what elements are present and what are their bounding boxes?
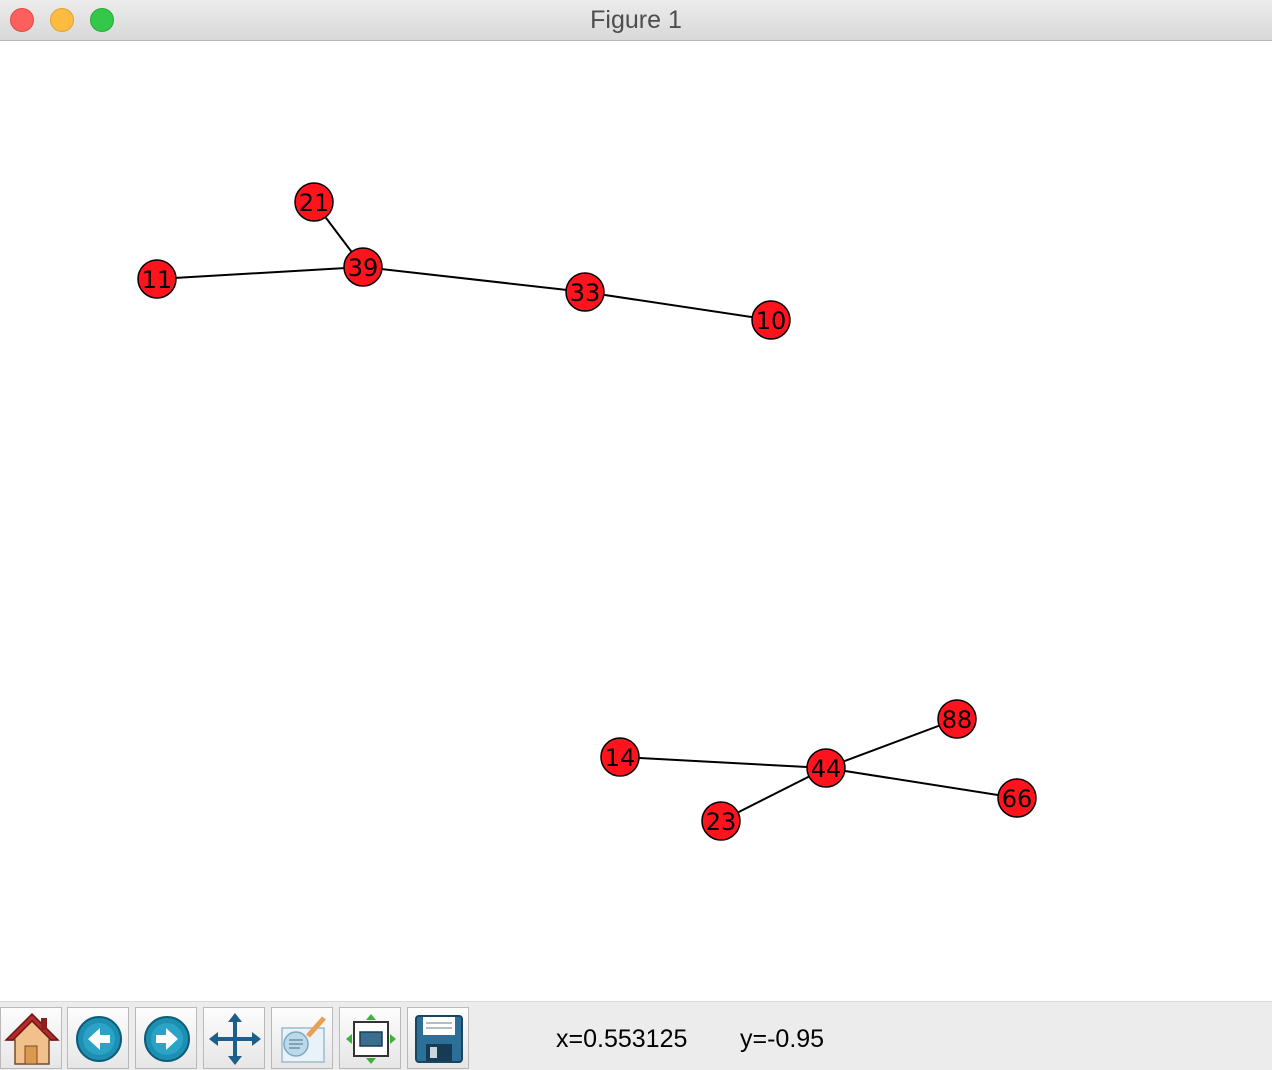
graph-edge	[619, 756, 827, 769]
graph-node-label: 66	[1002, 785, 1033, 813]
graph-node-label: 33	[570, 279, 601, 307]
graph-node-label: 11	[142, 266, 173, 294]
zoom-button[interactable]	[271, 1007, 333, 1069]
window-title: Figure 1	[590, 6, 682, 34]
graph-edge	[825, 767, 1018, 799]
graph-node-label: 21	[299, 189, 330, 217]
back-arrow-icon	[76, 1016, 122, 1062]
forward-arrow-icon	[144, 1016, 190, 1062]
graph-node-label: 23	[706, 808, 737, 836]
graph-edge	[584, 291, 772, 321]
pan-icon	[209, 1013, 261, 1065]
graph-node-label: 44	[811, 755, 842, 783]
figure-window: Figure 1 21 39 11 33 10 88 14 44 66 23 x…	[0, 0, 1272, 1070]
network-graph: 21 39 11 33 10 88 14 44 66 23	[137, 182, 1037, 841]
back-button[interactable]	[67, 1007, 129, 1069]
forward-button[interactable]	[135, 1007, 197, 1069]
graph-node-label: 10	[756, 307, 787, 335]
graph-node-label: 39	[348, 254, 379, 282]
save-button[interactable]	[407, 1007, 469, 1069]
title-bar[interactable]: Figure 1	[0, 0, 1272, 41]
cursor-y-readout: y=-0.95	[740, 1025, 825, 1053]
graph-edge	[156, 266, 364, 280]
configure-subplots-button[interactable]	[339, 1007, 401, 1069]
zoom-rect-icon	[281, 1016, 326, 1063]
pan-button[interactable]	[203, 1007, 265, 1069]
home-button[interactable]	[0, 1007, 62, 1069]
graph-node-label: 14	[605, 744, 636, 772]
plot-canvas[interactable]: 21 39 11 33 10 88 14 44 66 23	[0, 41, 1272, 1001]
graph-edge	[362, 266, 586, 293]
graph-edge	[825, 718, 958, 769]
save-floppy-icon	[415, 1015, 463, 1063]
graph-node-label: 88	[942, 706, 973, 734]
home-icon	[4, 1012, 60, 1065]
cursor-x-readout: x=0.553125	[556, 1025, 688, 1053]
subplots-configure-icon	[346, 1014, 396, 1064]
